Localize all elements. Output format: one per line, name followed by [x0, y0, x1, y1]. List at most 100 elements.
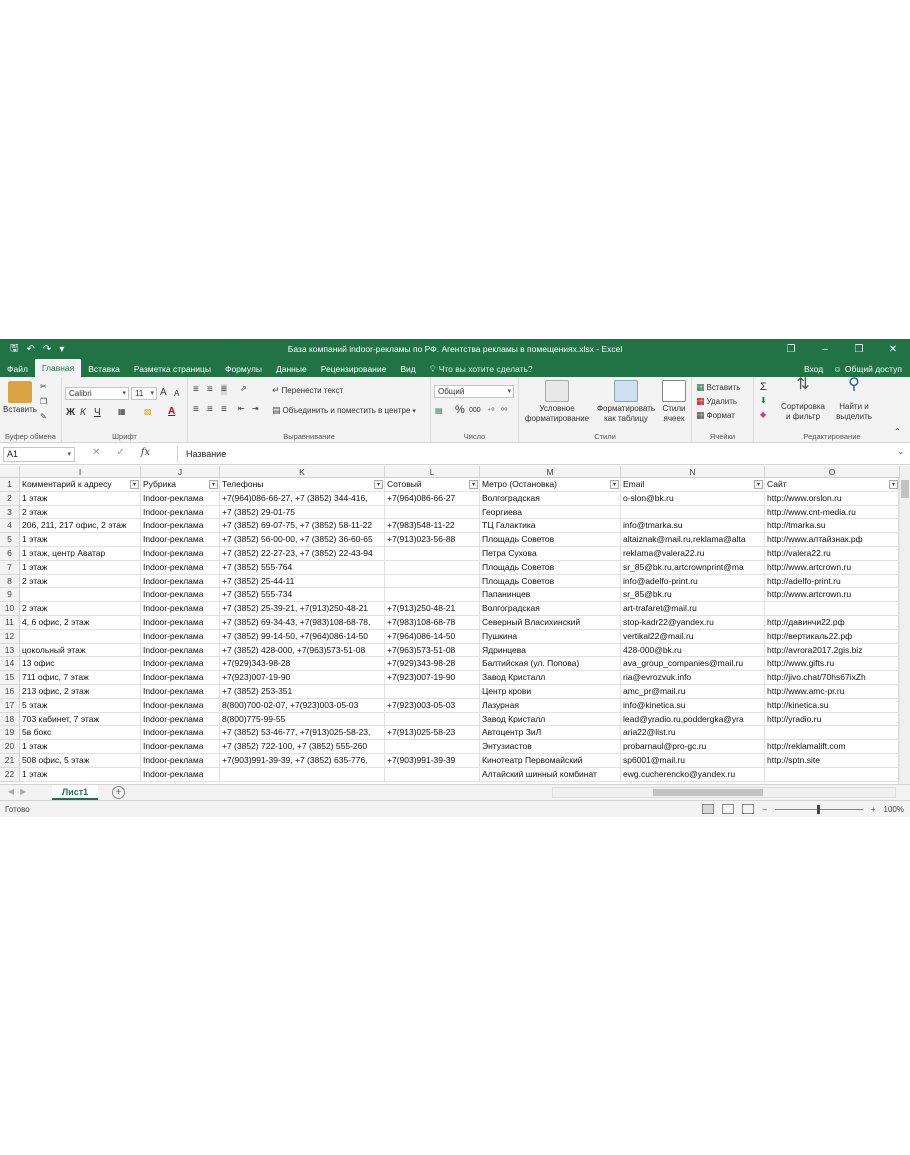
- table-cell[interactable]: +7(913)250-48-21: [385, 602, 480, 616]
- table-cell[interactable]: [765, 602, 900, 616]
- table-cell[interactable]: Indoor-реклама: [141, 602, 220, 616]
- sort-filter-button[interactable]: ⇅ Сортировка и фильтр: [778, 377, 828, 422]
- table-cell[interactable]: +7 (3852) 56-00-00, +7 (3852) 36-60-65: [220, 533, 385, 547]
- clear-icon[interactable]: ◆: [760, 410, 766, 419]
- row-header[interactable]: 18: [0, 712, 20, 727]
- row-header[interactable]: 19: [0, 726, 20, 741]
- bold-button[interactable]: Ж: [66, 407, 75, 418]
- table-cell[interactable]: art-trafaret@mail.ru: [621, 602, 765, 616]
- table-cell[interactable]: 428-000@bk.ru: [621, 643, 765, 658]
- table-header-cell[interactable]: Email ▾: [621, 478, 765, 492]
- sheet-tab-list1[interactable]: Лист1: [52, 785, 98, 800]
- table-cell[interactable]: цокольный этаж: [20, 643, 141, 658]
- row-header[interactable]: 4: [0, 519, 20, 534]
- table-cell[interactable]: +7 (3852) 555-734: [220, 588, 385, 603]
- cut-icon[interactable]: ✂: [40, 382, 47, 391]
- copy-icon[interactable]: ❐: [40, 397, 47, 406]
- orientation-icon[interactable]: ⇗: [240, 384, 247, 393]
- table-cell[interactable]: +7(963)573-51-08: [385, 643, 480, 658]
- table-cell[interactable]: +7(929)343-98-28: [385, 657, 480, 672]
- row-header[interactable]: 22: [0, 767, 20, 782]
- zoom-level[interactable]: 100%: [884, 805, 904, 814]
- table-cell[interactable]: [220, 767, 385, 782]
- table-cell[interactable]: amc_pr@mail.ru: [621, 685, 765, 699]
- row-header[interactable]: 2: [0, 491, 20, 506]
- table-cell[interactable]: +7(964)086-66-27: [385, 491, 480, 506]
- table-cell[interactable]: Indoor-реклама: [141, 712, 220, 727]
- table-cell[interactable]: Волгоградская: [480, 491, 621, 506]
- table-cell[interactable]: 508 офис, 5 этаж: [20, 754, 141, 768]
- table-cell[interactable]: 2 этаж: [20, 574, 141, 589]
- table-cell[interactable]: http://adelfo-print.ru: [765, 574, 900, 589]
- table-cell[interactable]: ava_group_companies@mail.ru: [621, 657, 765, 672]
- add-sheet-button[interactable]: +: [112, 786, 125, 799]
- decrease-indent-icon[interactable]: ⇤: [238, 404, 245, 413]
- table-cell[interactable]: Indoor-реклама: [141, 574, 220, 589]
- table-cell[interactable]: +7(923)003-05-03: [385, 698, 480, 713]
- table-cell[interactable]: +7(913)025-58-23: [385, 726, 480, 741]
- font-name-select[interactable]: Calibri ▾: [65, 387, 129, 400]
- table-cell[interactable]: http://www.gifts.ru: [765, 657, 900, 672]
- enter-icon[interactable]: ✓: [116, 447, 124, 458]
- format-painter-icon[interactable]: ✎: [40, 412, 47, 421]
- table-cell[interactable]: Балтийская (ул. Попова): [480, 657, 621, 672]
- tab-formulas[interactable]: Формулы: [218, 361, 269, 377]
- table-cell[interactable]: Indoor-реклама: [141, 588, 220, 603]
- table-cell[interactable]: Энтузиастов: [480, 740, 621, 754]
- table-cell[interactable]: 1 этаж: [20, 560, 141, 575]
- table-cell[interactable]: vertikal22@mail.ru: [621, 629, 765, 644]
- table-cell[interactable]: +7(983)108-68-78: [385, 616, 480, 630]
- table-cell[interactable]: http://avrora2017.2gis.biz: [765, 643, 900, 658]
- table-cell[interactable]: Indoor-реклама: [141, 671, 220, 685]
- table-cell[interactable]: 13 офис: [20, 657, 141, 672]
- row-header[interactable]: 20: [0, 740, 20, 754]
- conditional-formatting-button[interactable]: Условное форматирование: [521, 380, 593, 424]
- table-cell[interactable]: [765, 767, 900, 782]
- table-cell[interactable]: Indoor-реклама: [141, 491, 220, 506]
- align-top-icon[interactable]: ≡: [193, 384, 199, 395]
- formula-input[interactable]: Название: [177, 446, 910, 463]
- table-cell[interactable]: stop-kadr22@yandex.ru: [621, 616, 765, 630]
- table-cell[interactable]: Indoor-реклама: [141, 740, 220, 754]
- share-button[interactable]: ☺ Общий доступ: [833, 364, 902, 374]
- table-cell[interactable]: 5в бокс: [20, 726, 141, 741]
- grow-font-button[interactable]: A: [160, 387, 167, 398]
- ribbon-display-icon[interactable]: ❐: [774, 344, 808, 355]
- table-cell[interactable]: reklama@valera22.ru: [621, 547, 765, 561]
- table-cell[interactable]: +7(964)086-66-27, +7 (3852) 344-416,: [220, 491, 385, 506]
- table-cell[interactable]: [385, 547, 480, 561]
- table-cell[interactable]: Центр крови: [480, 685, 621, 699]
- column-header-o[interactable]: O: [765, 466, 900, 478]
- paste-button[interactable]: Вставить: [3, 381, 37, 415]
- currency-icon[interactable]: ▤: [435, 406, 443, 415]
- table-cell[interactable]: +7(929)343-98-28: [220, 657, 385, 672]
- table-cell[interactable]: Indoor-реклама: [141, 726, 220, 741]
- horizontal-scrollbar[interactable]: [552, 787, 896, 798]
- table-cell[interactable]: info@adelfo-print.ru: [621, 574, 765, 589]
- table-cell[interactable]: +7 (3852) 29-01-75: [220, 505, 385, 520]
- column-header-n[interactable]: N: [621, 466, 765, 478]
- font-color-icon[interactable]: A: [168, 406, 175, 417]
- row-header[interactable]: 21: [0, 754, 20, 768]
- row-header[interactable]: 14: [0, 657, 20, 672]
- table-cell[interactable]: Петра Сухова: [480, 547, 621, 561]
- row-header[interactable]: 7: [0, 560, 20, 575]
- table-header-cell[interactable]: Рубрика ▾: [141, 478, 220, 492]
- table-cell[interactable]: 1 этаж, центр Аватар: [20, 547, 141, 561]
- filter-dropdown-icon[interactable]: ▾: [374, 480, 383, 489]
- row-header[interactable]: 12: [0, 629, 20, 644]
- format-as-table-button[interactable]: Форматировать как таблицу: [593, 380, 659, 424]
- tab-home[interactable]: Главная: [34, 359, 82, 377]
- table-cell[interactable]: o-slon@bk.ru: [621, 491, 765, 506]
- table-cell[interactable]: 1 этаж: [20, 740, 141, 754]
- table-cell[interactable]: Indoor-реклама: [141, 767, 220, 782]
- table-cell[interactable]: [385, 767, 480, 782]
- table-cell[interactable]: +7 (3852) 722-100, +7 (3852) 555-260: [220, 740, 385, 754]
- table-cell[interactable]: http://reklamalift.com: [765, 740, 900, 754]
- table-cell[interactable]: Indoor-реклама: [141, 519, 220, 534]
- table-cell[interactable]: ewg.cucherencko@yandex.ru: [621, 767, 765, 782]
- table-cell[interactable]: Кинотеатр Первомайский: [480, 754, 621, 768]
- table-cell[interactable]: Indoor-реклама: [141, 560, 220, 575]
- table-cell[interactable]: info@tmarka.su: [621, 519, 765, 534]
- table-cell[interactable]: 711 офис, 7 этаж: [20, 671, 141, 685]
